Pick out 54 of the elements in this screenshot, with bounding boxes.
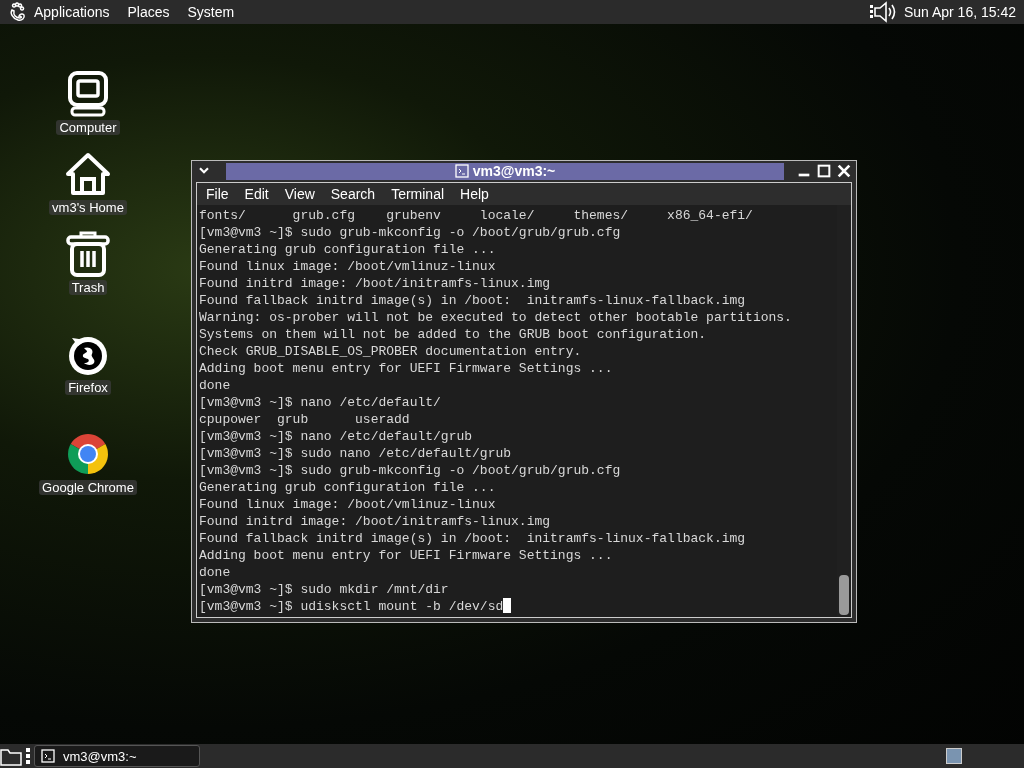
terminal-line: Adding boot menu entry for UEFI Firmware Settings ...: [199, 360, 614, 377]
maximize-icon[interactable]: [816, 163, 832, 179]
panel-menu[interactable]: Applications: [34, 4, 110, 20]
terminal-line: Systems on them will not be added to the GRUB boot configuration.: [199, 326, 708, 343]
terminal-line: Found linux image: /boot/vmlinuz-linux: [199, 258, 497, 275]
terminal-line: Generating grub configuration file ...: [199, 241, 497, 258]
trash-can-icon[interactable]: [64, 230, 112, 278]
house-icon[interactable]: [64, 150, 112, 198]
terminal-line: Found initrd image: /boot/initramfs-linux.img: [199, 275, 552, 292]
terminal-line: Found fallback initrd image(s) in /boot: initramfs-linux-fallback.img: [199, 292, 747, 309]
terminal-line: cpupower grub useradd: [199, 411, 411, 428]
speaker-icon[interactable]: [869, 1, 898, 23]
text-cursor: [503, 598, 512, 613]
icon-label[interactable]: Firefox: [65, 380, 111, 395]
terminal-line: Warning: os-prober will not be executed to detect other bootable partitions.: [199, 309, 793, 326]
terminal-line: [vm3@vm3 ~]$ sudo nano /etc/default/grub: [199, 445, 513, 462]
terminal-line: Generating grub configuration file ...: [199, 479, 497, 496]
window-title: vm3@vm3:~: [472, 163, 556, 179]
panel-menu[interactable]: Places: [127, 4, 170, 20]
terminal-line: [vm3@vm3 ~]$ udisksctl mount -b /dev/sd: [199, 598, 835, 615]
taskbar-button[interactable]: vm3@vm3:~: [34, 745, 200, 767]
panel-menu[interactable]: System: [187, 4, 235, 20]
workspace-switcher[interactable]: [946, 748, 962, 764]
menu-item[interactable]: File: [206, 186, 229, 202]
clock[interactable]: Sun Apr 16, 15:42: [903, 4, 1016, 20]
terminal-line: [vm3@vm3 ~]$ sudo mkdir /mnt/dir: [199, 581, 450, 598]
terminal-line: [vm3@vm3 ~]$ nano /etc/default/grub: [199, 428, 474, 445]
icon-label[interactable]: vm3's Home: [49, 200, 127, 215]
icon-label[interactable]: Google Chrome: [39, 480, 137, 495]
terminal-icon: [454, 164, 469, 178]
menu-item[interactable]: Help: [460, 186, 489, 202]
terminal-line: Found fallback initrd image(s) in /boot: initramfs-linux-fallback.img: [199, 530, 747, 547]
terminal-line: Adding boot menu entry for UEFI Firmware Settings ...: [199, 547, 614, 564]
terminal-line: Found linux image: /boot/vmlinuz-linux: [199, 496, 497, 513]
terminal-line: Check GRUB_DISABLE_OS_PROBER documentation entry.: [199, 343, 583, 360]
scrollbar-thumb[interactable]: [839, 575, 849, 615]
menu-item[interactable]: View: [284, 186, 315, 202]
title-bar[interactable]: vm3@vm3:~: [226, 162, 784, 180]
terminal-line: [vm3@vm3 ~]$ nano /etc/default/: [199, 394, 442, 411]
menu-item[interactable]: Search: [330, 186, 376, 202]
terminal-icon: [41, 749, 55, 763]
icon-label[interactable]: Trash: [68, 280, 108, 295]
terminal-line: done: [199, 564, 232, 581]
terminal-line: done: [199, 377, 232, 394]
terminal-line: [vm3@vm3 ~]$ sudo grub-mkconfig -o /boot/grub/grub.cfg: [199, 224, 622, 241]
grip-icon: [26, 746, 30, 766]
close-icon[interactable]: [836, 163, 852, 179]
menu-item[interactable]: Terminal: [391, 186, 445, 202]
terminal-line: [vm3@vm3 ~]$ sudo grub-mkconfig -o /boot/grub/grub.cfg: [199, 462, 622, 479]
folder-icon[interactable]: [0, 746, 22, 766]
icon-label[interactable]: Computer: [56, 120, 120, 135]
terminal-line: Found initrd image: /boot/initramfs-linux.img: [199, 513, 552, 530]
terminal-line: fonts/ grub.cfg grubenv locale/ themes/ x86_64-efi/: [199, 207, 754, 224]
menu-item[interactable]: Edit: [244, 186, 269, 202]
